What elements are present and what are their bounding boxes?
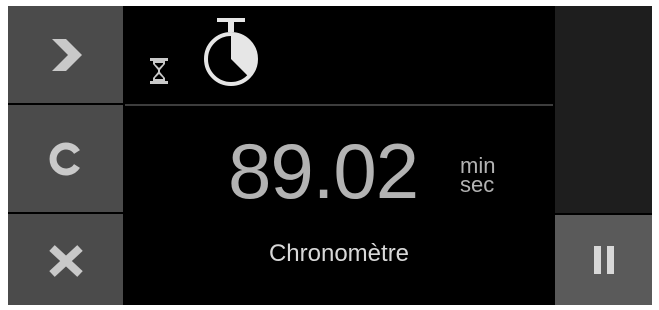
divider bbox=[125, 104, 553, 106]
chevron-right-icon bbox=[51, 38, 82, 71]
right-panel bbox=[555, 6, 652, 213]
timer-value: 89.02 bbox=[228, 127, 419, 215]
status-bar bbox=[125, 6, 553, 104]
mode-label: Chronomètre bbox=[268, 240, 410, 267]
clear-button[interactable] bbox=[8, 105, 123, 212]
next-button[interactable] bbox=[8, 6, 123, 103]
stopwatch-icon bbox=[204, 18, 258, 86]
timer-units: min sec bbox=[460, 155, 495, 197]
pause-button[interactable] bbox=[555, 215, 652, 305]
hourglass-icon bbox=[150, 58, 168, 84]
pause-icon bbox=[593, 246, 614, 274]
letter-c-icon bbox=[49, 142, 80, 175]
stopwatch-panel: 89.02 min sec Chronomètre bbox=[8, 6, 652, 305]
cancel-button[interactable] bbox=[8, 214, 123, 305]
letter-x-icon bbox=[48, 244, 83, 277]
unit-sec: sec bbox=[460, 172, 495, 197]
